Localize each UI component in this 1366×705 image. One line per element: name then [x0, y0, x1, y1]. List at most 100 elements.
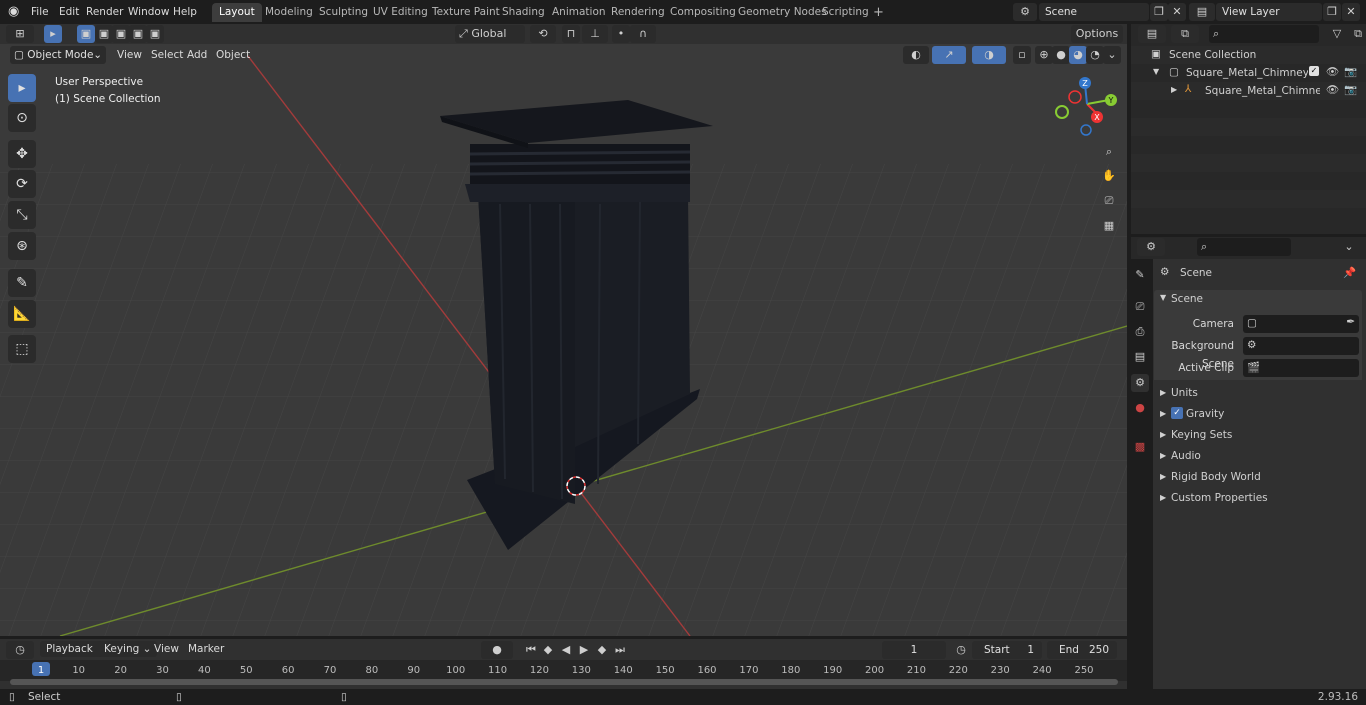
select-mode-intersect-icon[interactable]: ▣: [146, 25, 164, 43]
wireframe-shading-icon[interactable]: ⊕: [1035, 46, 1053, 64]
world-tab-icon[interactable]: ●: [1131, 399, 1149, 417]
tab-layout[interactable]: Layout: [212, 3, 262, 22]
view-layer-selector-icon[interactable]: ▤: [1189, 3, 1215, 21]
proportional-edit-icon[interactable]: •: [612, 25, 630, 43]
auto-keying-icon[interactable]: ●: [481, 641, 513, 659]
eye-icon[interactable]: 👁: [1326, 65, 1339, 78]
delete-view-layer-icon[interactable]: ✕: [1342, 3, 1360, 21]
solid-shading-icon[interactable]: ●: [1052, 46, 1070, 64]
menu-render[interactable]: Render: [86, 4, 123, 20]
pivot-point-icon[interactable]: ⟲: [530, 25, 556, 43]
view-layer-field[interactable]: View Layer: [1216, 3, 1322, 21]
new-scene-icon[interactable]: ❐: [1150, 3, 1168, 21]
outliner-editor-type-icon[interactable]: ▤: [1138, 25, 1166, 43]
section-custom-properties[interactable]: ▶ Custom Properties: [1154, 489, 1362, 509]
output-tab-icon[interactable]: ⎙: [1131, 323, 1149, 341]
section-gravity[interactable]: ▶ ✓ Gravity: [1154, 405, 1362, 425]
display-mode-icon[interactable]: ⧉: [1171, 25, 1199, 43]
timeline-editor-type-icon[interactable]: ◷: [6, 641, 34, 659]
editor-type-icon[interactable]: ⊞: [6, 25, 34, 43]
current-frame-field[interactable]: 1: [882, 641, 946, 659]
texture-tab-icon[interactable]: ▩: [1131, 438, 1149, 456]
outliner-row-collection[interactable]: ▼ ▢ Square_Metal_Chimney_Black ✓ 👁 📷: [1131, 64, 1366, 82]
active-clip-field[interactable]: 🎬: [1243, 359, 1359, 377]
gravity-checkbox[interactable]: ✓: [1171, 407, 1183, 419]
select-mode-subtract-icon[interactable]: ▣: [112, 25, 130, 43]
move-tool-icon[interactable]: ✥: [8, 140, 36, 168]
menu-view[interactable]: View: [111, 47, 148, 63]
jump-end-icon[interactable]: ⏭: [611, 641, 629, 659]
scene-panel-header[interactable]: ▼ Scene: [1154, 290, 1362, 310]
snap-toggle-icon[interactable]: ⊓: [562, 25, 580, 43]
shading-options-icon[interactable]: ⌄: [1103, 46, 1121, 64]
start-frame-field[interactable]: Start 1: [972, 641, 1042, 659]
timeline-scrollbar[interactable]: [10, 679, 1118, 685]
menu-add[interactable]: Add: [181, 47, 213, 63]
snap-target-icon[interactable]: ⊥: [582, 25, 608, 43]
visibility-icon[interactable]: ◐: [903, 46, 929, 64]
tool-tab-icon[interactable]: ✎: [1131, 266, 1149, 284]
menu-marker[interactable]: Marker: [182, 641, 230, 657]
menu-help[interactable]: Help: [173, 4, 197, 20]
cursor-tool-icon[interactable]: ⊙: [8, 104, 36, 132]
exclude-checkbox[interactable]: ✓: [1309, 66, 1319, 76]
next-keyframe-icon[interactable]: ◆: [593, 641, 611, 659]
measure-tool-icon[interactable]: 📐: [8, 300, 36, 328]
render-camera-icon[interactable]: 📷: [1344, 65, 1357, 78]
scale-tool-icon[interactable]: ⤡: [8, 201, 36, 229]
orientation-dropdown[interactable]: ⤢ Global: [455, 25, 525, 43]
section-units[interactable]: ▶ Units: [1154, 384, 1362, 404]
falloff-icon[interactable]: ∩: [630, 25, 656, 43]
filter-icon[interactable]: ▽: [1324, 25, 1350, 43]
select-mode-new-icon[interactable]: ▣: [77, 25, 95, 43]
tab-shading[interactable]: Shading: [495, 3, 552, 22]
navigation-gizmo[interactable]: X Y Z: [1052, 74, 1122, 138]
menu-file[interactable]: File: [31, 4, 49, 20]
camera-field[interactable]: ▢ ✒: [1243, 315, 1359, 333]
new-collection-icon[interactable]: ⧉: [1351, 25, 1365, 43]
blender-logo-icon[interactable]: ◉: [8, 4, 19, 20]
section-audio[interactable]: ▶ Audio: [1154, 447, 1362, 467]
rendered-shading-icon[interactable]: ◔: [1086, 46, 1104, 64]
properties-editor-type-icon[interactable]: ⚙: [1137, 238, 1165, 256]
new-view-layer-icon[interactable]: ❐: [1323, 3, 1341, 21]
properties-search-input[interactable]: ⌕: [1197, 238, 1291, 256]
play-reverse-icon[interactable]: ◀: [557, 641, 575, 659]
camera-view-icon[interactable]: ⎚: [1099, 192, 1119, 212]
3d-viewport[interactable]: [0, 44, 1127, 636]
scene-selector-icon[interactable]: ⚙: [1013, 3, 1037, 21]
tab-animation[interactable]: Animation: [545, 3, 613, 22]
scene-tab-icon[interactable]: ⚙: [1131, 374, 1149, 392]
menu-window[interactable]: Window: [128, 4, 169, 20]
jump-start-icon[interactable]: ⏮: [522, 641, 540, 659]
eye-icon[interactable]: 👁: [1326, 83, 1339, 96]
delete-scene-icon[interactable]: ✕: [1168, 3, 1186, 21]
end-frame-field[interactable]: End 250: [1047, 641, 1117, 659]
background-scene-field[interactable]: ⚙: [1243, 337, 1359, 355]
transform-tool-icon[interactable]: ⊛: [8, 232, 36, 260]
scene-name-field[interactable]: Scene: [1039, 3, 1149, 21]
menu-timeline-view[interactable]: View: [148, 641, 185, 657]
outliner-row-object[interactable]: ▶ ⅄ Square_Metal_Chimney_ 👁 📷: [1131, 82, 1366, 100]
material-shading-icon[interactable]: ◕: [1069, 46, 1087, 64]
mode-dropdown[interactable]: ▢ Object Mode ⌄: [10, 46, 106, 64]
add-cube-tool-icon[interactable]: ⬚: [8, 335, 36, 363]
perspective-toggle-icon[interactable]: ▦: [1099, 217, 1119, 237]
select-mode-invert-icon[interactable]: ▣: [129, 25, 147, 43]
select-mode-extend-icon[interactable]: ▣: [95, 25, 113, 43]
expand-arrow-icon[interactable]: ▶: [1171, 85, 1177, 94]
xray-toggle-icon[interactable]: ▫: [1013, 46, 1031, 64]
add-workspace-button[interactable]: +: [866, 3, 891, 22]
pan-hand-icon[interactable]: ✋: [1099, 167, 1119, 187]
section-rigid-body-world[interactable]: ▶ Rigid Body World: [1154, 468, 1362, 488]
expand-arrow-icon[interactable]: ▼: [1153, 67, 1159, 76]
section-keying-sets[interactable]: ▶ Keying Sets: [1154, 426, 1362, 446]
options-dropdown[interactable]: Options: [1071, 25, 1123, 43]
gizmo-toggle-icon[interactable]: ↗: [932, 46, 966, 64]
render-tab-icon[interactable]: ⎚: [1131, 298, 1149, 316]
tab-modeling[interactable]: Modeling: [258, 3, 320, 22]
render-camera-icon[interactable]: 📷: [1344, 83, 1357, 96]
play-icon[interactable]: ▶: [575, 641, 593, 659]
select-tool-icon[interactable]: ▸: [8, 74, 36, 102]
zoom-icon[interactable]: ⌕: [1099, 143, 1119, 163]
